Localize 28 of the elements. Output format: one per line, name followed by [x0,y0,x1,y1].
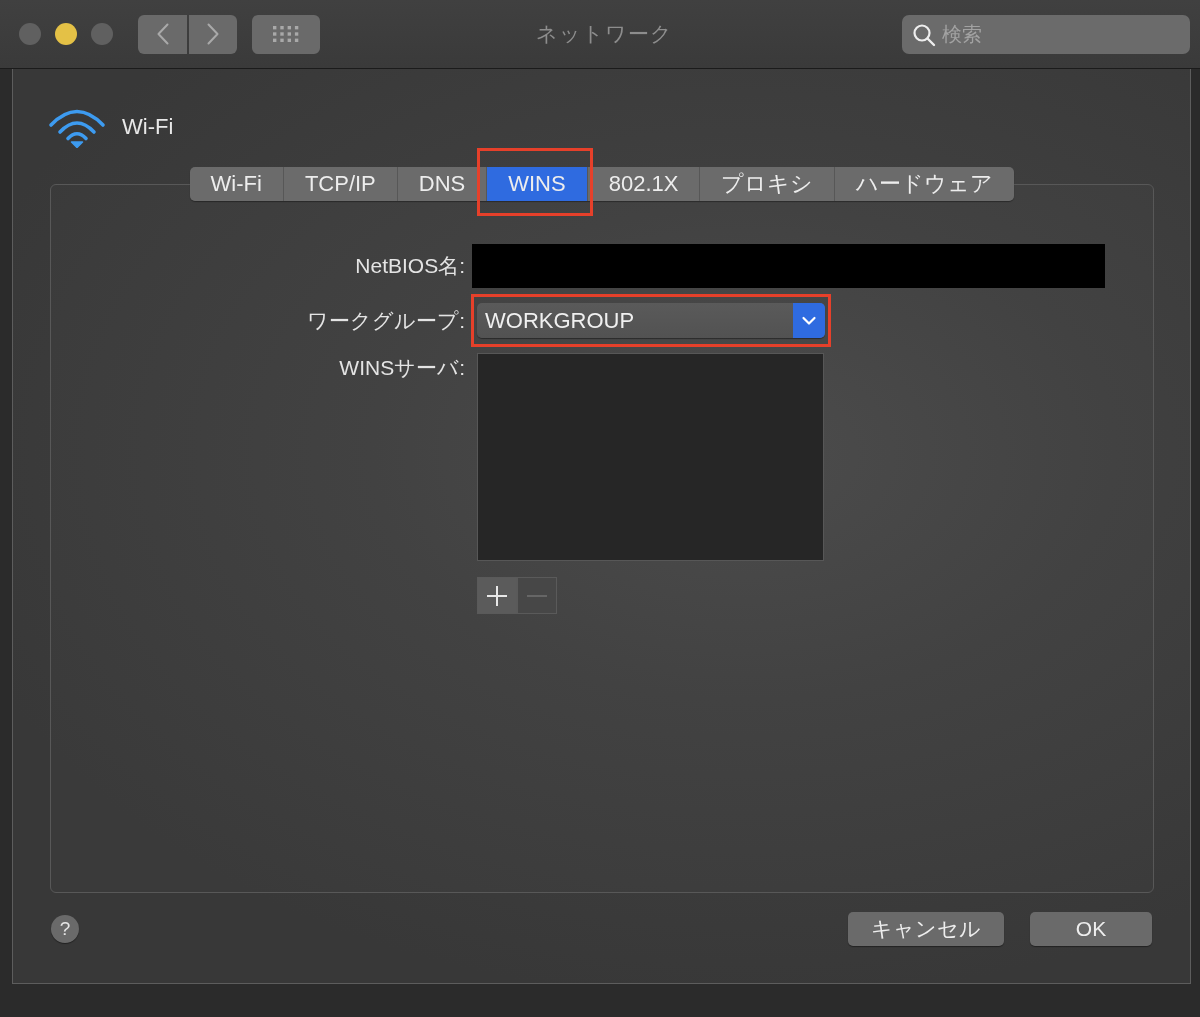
plus-icon [487,585,507,606]
back-button[interactable] [138,14,187,54]
redacted-field[interactable] [472,244,1105,288]
tab[interactable]: TCP/IP [282,167,397,201]
tab[interactable]: Wi-Fi [189,167,283,201]
cancel-button[interactable]: キャンセル [848,912,1004,946]
search-icon [912,22,936,47]
add-button[interactable] [477,577,517,614]
service-name: Wi-Fi [122,114,174,140]
grid-icon [273,26,299,42]
help-button[interactable]: ? [51,915,79,943]
tab[interactable]: ハードウェア [834,167,1015,201]
workgroup-dropdown[interactable]: WORKGROUP [477,303,825,338]
chevron-right-icon [207,23,219,45]
ok-button[interactable]: OK [1030,912,1152,946]
window-title: ネットワーク [536,21,673,47]
tab[interactable]: 802.1X [586,167,700,201]
tab[interactable]: DNS [396,167,487,201]
field-label: ワークグループ: [306,307,465,334]
chevron-left-icon [156,23,169,45]
chevron-down-icon [793,303,825,338]
tab[interactable]: プロキシ [699,167,835,201]
show-all-button[interactable] [252,14,320,54]
field-label: WINSサーバ: [338,355,465,381]
field-label: NetBIOS名: [354,253,465,279]
tab[interactable]: WINS [486,167,587,201]
forward-button[interactable] [189,14,237,54]
minimize-button[interactable] [55,23,77,45]
